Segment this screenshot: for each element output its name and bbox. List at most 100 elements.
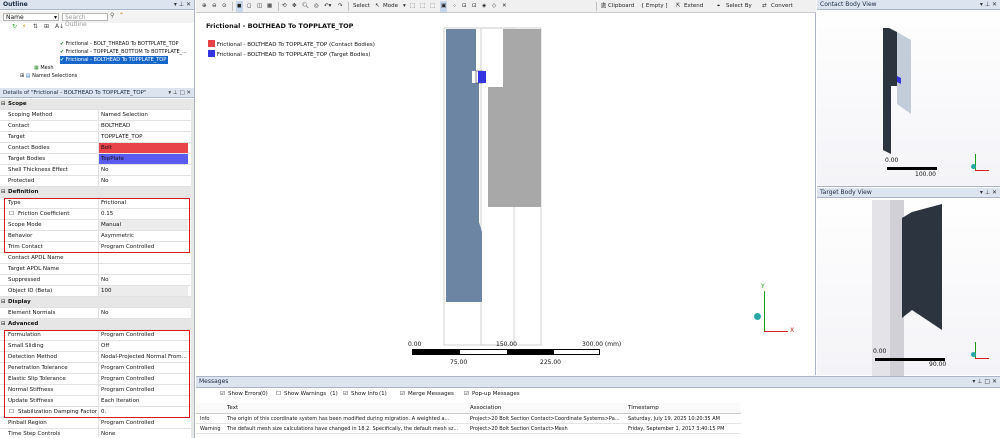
select-label[interactable]: Select xyxy=(353,1,370,12)
tree-item-mesh[interactable]: ▦ Mesh xyxy=(34,64,54,72)
select-by-label[interactable]: Select By xyxy=(726,1,752,12)
show-warnings-checkbox[interactable]: ☐ xyxy=(276,391,281,397)
element-select-icon[interactable]: ⊡ xyxy=(462,1,467,12)
convert-icon[interactable]: ⇄ xyxy=(762,1,767,12)
select-by-icon[interactable]: ⌖ xyxy=(717,1,720,12)
details-row[interactable]: Detection Method Nodal-Projected Normal F… xyxy=(0,352,191,363)
show-errors-checkbox[interactable]: ☑ xyxy=(220,391,225,397)
property-value[interactable]: No xyxy=(98,275,188,285)
target-body-view[interactable]: Target Body View ▾ ⊥ ✕ 0.00 90.00 xyxy=(817,188,1000,376)
details-row[interactable]: Type Frictional xyxy=(0,198,191,209)
property-value[interactable] xyxy=(98,264,188,274)
rotate-icon[interactable]: ⟲ xyxy=(282,1,287,12)
model-geometry[interactable] xyxy=(426,27,556,347)
property-value[interactable]: Nodal-Projected Normal From... xyxy=(98,352,188,362)
zoom-in-icon[interactable]: ⊕ xyxy=(202,1,207,12)
property-value[interactable]: Each Iteration xyxy=(98,396,188,406)
property-value[interactable]: Manual xyxy=(98,220,188,230)
panel-controls[interactable]: ▾ ⊥ ✕ xyxy=(174,0,191,10)
details-row[interactable]: Friction Coefficient ☐ 0.15 xyxy=(0,209,191,220)
node-select-icon[interactable]: ⁘ xyxy=(452,1,457,12)
element-edge-select-icon[interactable]: ◇ xyxy=(492,1,496,12)
details-row[interactable]: Elastic Slip Tolerance Program Controlled xyxy=(0,374,191,385)
message-row[interactable]: Info The origin of this coordinate syste… xyxy=(196,414,741,424)
details-row[interactable]: Pinball Region Program Controlled xyxy=(0,418,191,429)
face-select-icon[interactable]: ⬚ xyxy=(430,1,435,12)
column-association[interactable]: Association xyxy=(470,405,501,411)
property-value[interactable]: Program Controlled xyxy=(98,242,188,252)
contact-body-view[interactable]: Contact Body View ▾ ⊥ ✕ 0.00 100.00 xyxy=(817,0,1000,187)
search-icon[interactable]: ⚲ xyxy=(110,12,114,19)
undo-view-icon[interactable]: ↶▾ xyxy=(324,1,331,12)
vertex-select-icon[interactable]: ⬚ xyxy=(410,1,415,12)
property-value[interactable]: TopPlate xyxy=(98,154,188,164)
merge-messages-checkbox[interactable]: ☑ xyxy=(400,391,405,397)
refresh-icon[interactable]: ↻ xyxy=(12,23,17,30)
property-value[interactable]: Bolt xyxy=(98,143,188,153)
column-timestamp[interactable]: Timestamp xyxy=(628,405,659,411)
expand-toggle-icon[interactable]: ⊟ xyxy=(1,297,6,307)
shade-icon[interactable]: ◼ xyxy=(236,1,243,12)
property-value[interactable]: 100 xyxy=(98,286,188,296)
expand-toggle-icon[interactable]: ⊟ xyxy=(1,99,6,109)
tree-item-contact-2[interactable]: ✔ Frictional - TOPPLATE_BOTTOM To BOTTPL… xyxy=(60,48,187,56)
property-value[interactable]: Asymmetric xyxy=(98,231,188,241)
details-row[interactable]: Scope Mode Manual xyxy=(0,220,191,231)
search-outline-input[interactable]: Search Outline xyxy=(62,13,108,28)
details-scrollbar[interactable] xyxy=(191,99,194,438)
details-row[interactable]: Target TOPPLATE_TOP xyxy=(0,132,191,143)
select-mode-icon[interactable]: ↖ xyxy=(375,1,380,12)
details-row[interactable]: Update Stiffness Each Iteration xyxy=(0,396,191,407)
details-row[interactable]: Target Bodies TopPlate xyxy=(0,154,191,165)
expand-toggle-icon[interactable]: ⊟ xyxy=(1,187,6,197)
details-row[interactable]: Time Step Controls None xyxy=(0,429,191,438)
details-row[interactable]: Contact APDL Name xyxy=(0,253,191,264)
details-row[interactable]: Formulation Program Controlled xyxy=(0,330,191,341)
zoom-fit-icon[interactable]: ⊙ xyxy=(222,1,227,12)
panel-controls[interactable]: ▾ ⊥ □ ✕ xyxy=(972,377,997,387)
chevron-down-icon[interactable]: ▾ xyxy=(403,1,406,12)
convert-label[interactable]: Convert xyxy=(771,1,793,12)
property-value[interactable]: Program Controlled xyxy=(98,374,188,384)
clipboard-label[interactable]: Clipboard xyxy=(608,1,634,12)
parameter-checkbox[interactable]: ☐ xyxy=(9,209,14,219)
select-mode-label[interactable]: Mode xyxy=(383,1,398,12)
column-text[interactable]: Text xyxy=(227,405,238,411)
property-value[interactable] xyxy=(98,253,188,263)
details-row[interactable]: Shell Thickness Effect No xyxy=(0,165,191,176)
redo-view-icon[interactable]: ↷ xyxy=(338,1,343,12)
property-value[interactable]: Program Controlled xyxy=(98,385,188,395)
property-value[interactable]: Frictional xyxy=(98,198,188,208)
details-row[interactable]: Suppressed No xyxy=(0,275,191,286)
property-value[interactable]: None xyxy=(98,429,188,438)
details-row[interactable]: Stabilization Damping Factor ☐ 0. xyxy=(0,407,191,418)
show-info-checkbox[interactable]: ☑ xyxy=(343,391,348,397)
property-value[interactable]: No xyxy=(98,176,188,186)
details-row[interactable]: Object ID (Beta) 100 xyxy=(0,286,191,297)
zoom-box-icon[interactable]: 🔍︎ xyxy=(302,1,309,12)
name-dropdown[interactable]: Name ▾ xyxy=(3,13,59,21)
element-3d-select-icon[interactable]: ◈ xyxy=(482,1,486,12)
triad[interactable]: Y X xyxy=(748,283,798,343)
expand-toggle-icon[interactable]: ⊞ xyxy=(20,73,24,79)
flash-icon[interactable]: ⚡ xyxy=(22,23,26,30)
expand-all-icon[interactable]: ⊞ xyxy=(44,23,49,30)
extend-label[interactable]: Extend xyxy=(684,1,703,12)
body-select-icon[interactable]: ▣ xyxy=(440,1,448,12)
close-icon[interactable]: ▾ ⊥ ✕ xyxy=(980,0,997,10)
details-row[interactable]: Contact Bodies Bolt xyxy=(0,143,191,154)
alphabetical-sort-icon[interactable]: A↓ xyxy=(55,23,64,30)
details-row[interactable]: Small Sliding Off xyxy=(0,341,191,352)
panel-controls[interactable]: ▾ ⊥ □ ✕ xyxy=(168,88,191,98)
property-value[interactable]: 0. xyxy=(98,407,188,417)
details-group-header[interactable]: ⊟ Advanced xyxy=(0,319,191,330)
edge-icon[interactable]: ◫ xyxy=(257,1,262,12)
look-at-icon[interactable]: ◎ xyxy=(314,1,319,12)
property-value[interactable]: Program Controlled xyxy=(98,330,188,340)
details-row[interactable]: Contact BOLTHEAD xyxy=(0,121,191,132)
clipboard-icon[interactable]: 📋︎ xyxy=(600,1,607,12)
details-row[interactable]: Element Normals No xyxy=(0,308,191,319)
property-value[interactable]: Program Controlled xyxy=(98,418,188,428)
property-value[interactable]: BOLTHEAD xyxy=(98,121,188,131)
property-value[interactable]: TOPPLATE_TOP xyxy=(98,132,188,142)
